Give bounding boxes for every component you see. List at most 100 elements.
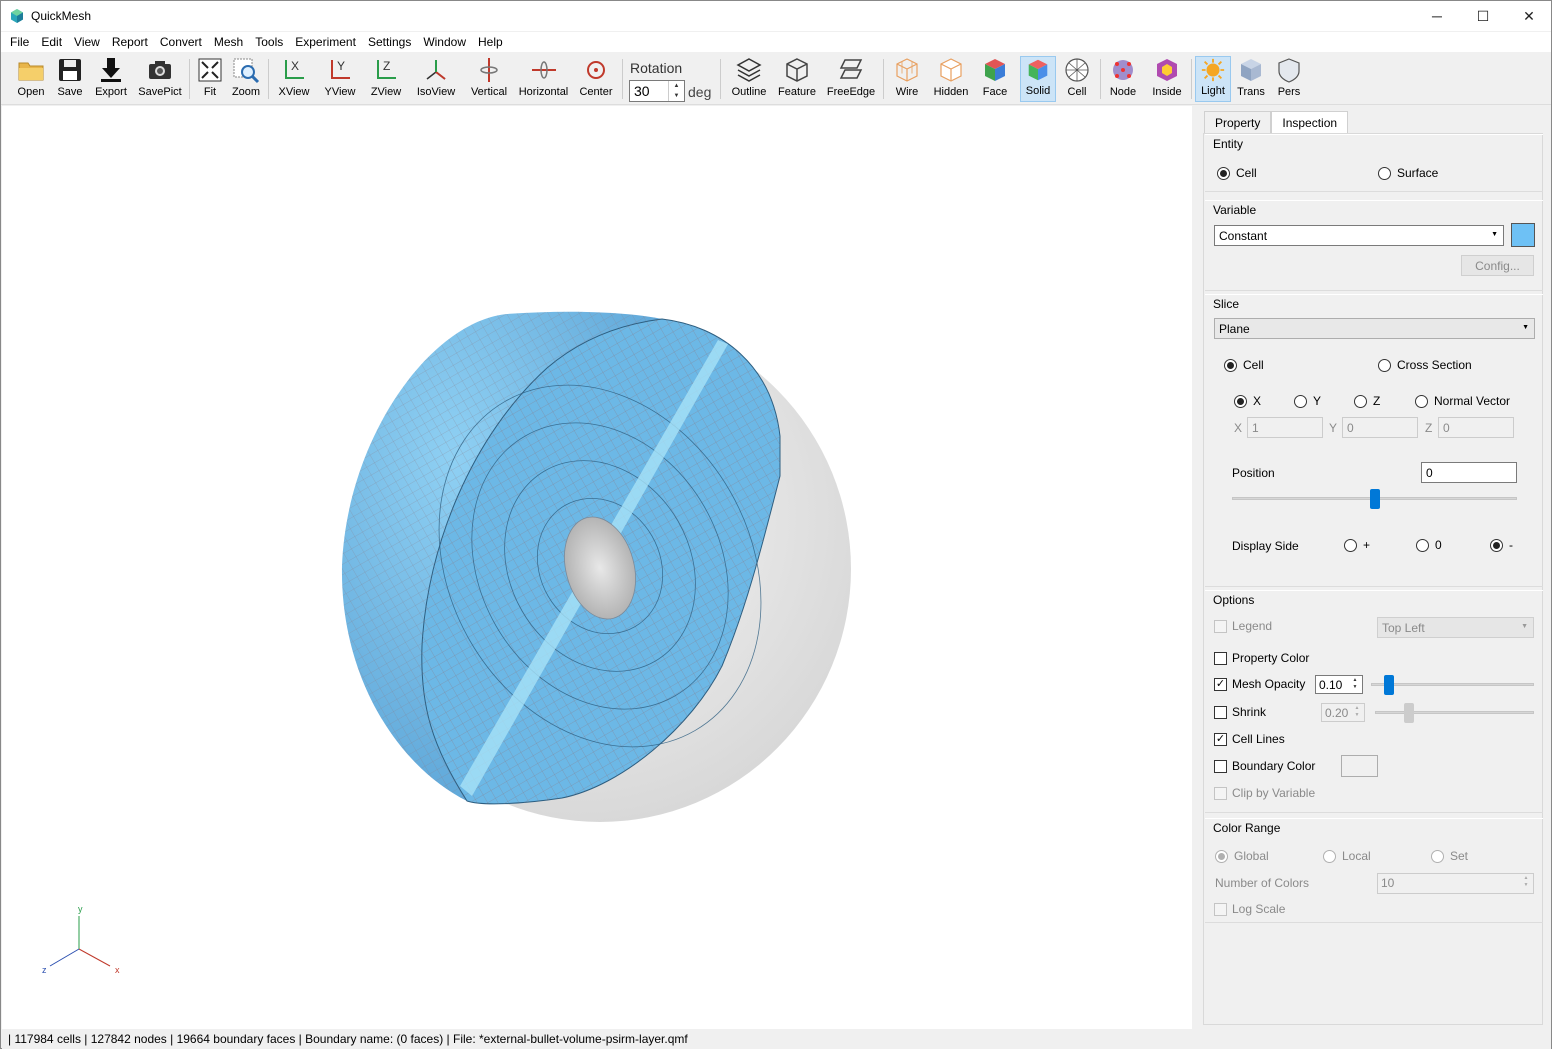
- radio-dot: [1294, 394, 1307, 408]
- menu-mesh[interactable]: Mesh: [208, 32, 249, 52]
- close-button[interactable]: ✕: [1506, 1, 1552, 31]
- slice-cross-section-radio[interactable]: Cross Section: [1378, 358, 1472, 372]
- wire-button[interactable]: Wire: [888, 56, 926, 102]
- outline-button[interactable]: Outline: [727, 56, 771, 102]
- vector-y-input[interactable]: 0: [1342, 417, 1418, 438]
- property-color-checkbox[interactable]: Property Color: [1214, 651, 1309, 665]
- slice-cell-label: Cell: [1243, 358, 1264, 372]
- 3d-viewport[interactable]: y x z: [2, 106, 1192, 1029]
- log-scale-checkbox[interactable]: Log Scale: [1214, 902, 1285, 916]
- spinner-arrows-icon[interactable]: ▲ ▼: [1349, 677, 1361, 692]
- freeedge-button[interactable]: FreeEdge: [824, 56, 878, 102]
- spinner-arrows-icon[interactable]: ▲ ▼: [1351, 705, 1363, 720]
- trans-button[interactable]: Trans: [1233, 56, 1269, 102]
- menu-settings[interactable]: Settings: [362, 32, 417, 52]
- local-radio[interactable]: Local: [1323, 849, 1371, 863]
- slice-axis-x-radio[interactable]: X: [1234, 394, 1261, 408]
- face-button[interactable]: Face: [975, 56, 1015, 102]
- shrink-spinner[interactable]: 0.20 ▲ ▼: [1321, 703, 1365, 722]
- zview-button[interactable]: Z ZView: [365, 56, 407, 102]
- rotation-spinner[interactable]: ▲ ▼: [668, 81, 684, 101]
- slice-cell-radio[interactable]: Cell: [1224, 358, 1264, 372]
- mesh-opacity-spinner[interactable]: 0.10 ▲ ▼: [1315, 675, 1363, 694]
- menu-edit[interactable]: Edit: [35, 32, 68, 52]
- menu-view[interactable]: View: [68, 32, 106, 52]
- position-input[interactable]: 0: [1421, 462, 1517, 483]
- shrink-checkbox[interactable]: Shrink: [1214, 705, 1266, 719]
- maximize-button[interactable]: ☐: [1460, 1, 1506, 31]
- minimize-button[interactable]: ─: [1414, 1, 1460, 31]
- zoom-button[interactable]: Zoom: [229, 56, 263, 102]
- menu-report[interactable]: Report: [106, 32, 154, 52]
- legend-position-select[interactable]: Top Left: [1377, 617, 1534, 638]
- transparent-cube-icon: [1241, 59, 1261, 81]
- node-button[interactable]: Node: [1105, 56, 1141, 102]
- log-scale-label: Log Scale: [1232, 902, 1286, 916]
- position-slider-thumb[interactable]: [1370, 489, 1380, 509]
- tab-property[interactable]: Property: [1204, 111, 1272, 133]
- set-radio[interactable]: Set: [1431, 849, 1468, 863]
- savepict-button[interactable]: SavePict: [137, 56, 183, 102]
- boundary-color-checkbox[interactable]: Boundary Color: [1214, 759, 1315, 773]
- entity-surface-radio[interactable]: Surface: [1378, 166, 1438, 180]
- color-range-group: Color Range Global Local Set Number of C…: [1205, 818, 1543, 923]
- config-button[interactable]: Config...: [1461, 255, 1534, 276]
- shrink-slider-thumb[interactable]: [1404, 703, 1414, 723]
- display-side-label: Display Side: [1232, 539, 1299, 553]
- node-label: Node: [1109, 86, 1137, 98]
- inside-button[interactable]: Inside: [1147, 56, 1187, 102]
- global-radio[interactable]: Global: [1215, 849, 1269, 863]
- entity-surface-label: Surface: [1397, 166, 1439, 180]
- display-side-plus-radio[interactable]: +: [1344, 538, 1370, 552]
- clip-by-variable-checkbox[interactable]: Clip by Variable: [1214, 786, 1315, 800]
- panel-splitter[interactable]: [1192, 106, 1202, 1029]
- legend-checkbox[interactable]: Legend: [1214, 619, 1272, 633]
- shrink-slider-track[interactable]: [1375, 711, 1534, 714]
- boundary-color-button[interactable]: [1341, 755, 1378, 777]
- clip-by-variable-label: Clip by Variable: [1232, 786, 1316, 800]
- feature-button[interactable]: Feature: [775, 56, 819, 102]
- slice-mode-select[interactable]: Plane: [1214, 318, 1535, 339]
- light-button[interactable]: Light: [1195, 56, 1231, 102]
- toolbar-separator: [1191, 59, 1192, 99]
- display-side-minus-radio[interactable]: -: [1490, 538, 1513, 552]
- pers-button[interactable]: Pers: [1271, 56, 1307, 102]
- tab-inspection[interactable]: Inspection: [1271, 111, 1349, 134]
- hidden-button[interactable]: Hidden: [930, 56, 972, 102]
- xview-button[interactable]: X XView: [273, 56, 315, 102]
- vector-z-input[interactable]: 0: [1438, 417, 1514, 438]
- menu-experiment[interactable]: Experiment: [289, 32, 362, 52]
- mesh-opacity-checkbox[interactable]: ✓ Mesh Opacity: [1214, 677, 1305, 691]
- export-button[interactable]: Export: [91, 56, 131, 102]
- open-button[interactable]: Open: [11, 56, 51, 102]
- display-side-zero-radio[interactable]: 0: [1416, 538, 1442, 552]
- variable-color-swatch[interactable]: [1511, 223, 1535, 247]
- horizontal-button[interactable]: Horizontal: [516, 56, 571, 102]
- menu-window[interactable]: Window: [417, 32, 472, 52]
- mesh-opacity-slider-track[interactable]: [1371, 683, 1534, 686]
- isoview-button[interactable]: IsoView: [413, 56, 459, 102]
- menu-help[interactable]: Help: [472, 32, 509, 52]
- mesh-opacity-slider-thumb[interactable]: [1384, 675, 1394, 695]
- number-of-colors-spinner[interactable]: 10 ▲ ▼: [1377, 873, 1534, 894]
- menu-file[interactable]: File: [4, 32, 35, 52]
- cell-lines-checkbox[interactable]: ✓ Cell Lines: [1214, 732, 1285, 746]
- slice-axis-z-radio[interactable]: Z: [1354, 394, 1380, 408]
- solid-button[interactable]: Solid: [1020, 56, 1056, 102]
- fit-button[interactable]: Fit: [194, 56, 226, 102]
- entity-cell-radio[interactable]: Cell: [1217, 166, 1257, 180]
- spinner-arrows-icon[interactable]: ▲ ▼: [1520, 875, 1532, 890]
- variable-select[interactable]: Constant: [1214, 225, 1504, 246]
- horizontal-rotate-icon: [531, 61, 556, 79]
- menu-tools[interactable]: Tools: [249, 32, 289, 52]
- yview-button[interactable]: Y YView: [319, 56, 361, 102]
- slice-normal-vector-radio[interactable]: Normal Vector: [1415, 394, 1510, 408]
- save-button[interactable]: Save: [51, 56, 89, 102]
- cell-button[interactable]: Cell: [1059, 56, 1095, 102]
- vertical-button[interactable]: Vertical: [466, 56, 512, 102]
- vector-x-label: X: [1234, 421, 1243, 435]
- center-button[interactable]: Center: [575, 56, 617, 102]
- vector-x-input[interactable]: 1: [1247, 417, 1323, 438]
- slice-axis-y-radio[interactable]: Y: [1294, 394, 1321, 408]
- menu-convert[interactable]: Convert: [154, 32, 208, 52]
